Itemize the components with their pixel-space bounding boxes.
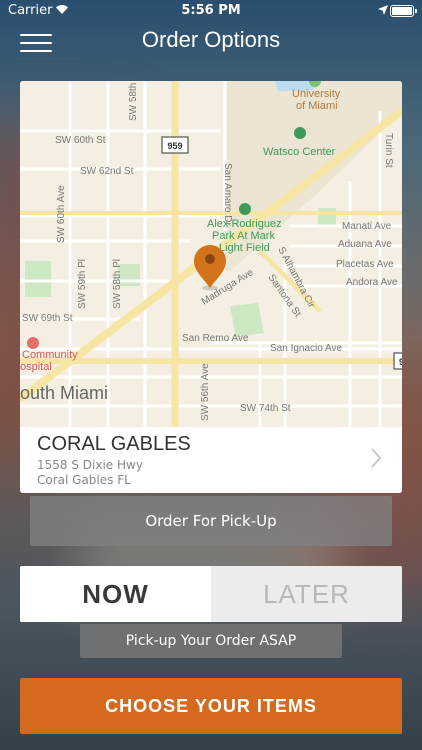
time-toggle: NOW LATER xyxy=(20,566,402,622)
map-label-sw56ave: SW 56th Ave xyxy=(200,363,211,421)
map-label-hospital-2: ospital xyxy=(20,361,52,373)
store-address-line-1: 1558 S Dixie Hwy xyxy=(37,458,143,472)
map-label-sanremo: San Remo Ave xyxy=(182,333,249,344)
choose-items-button[interactable]: CHOOSE YOUR ITEMS xyxy=(20,678,402,734)
nav-bar: Order Options xyxy=(0,22,422,66)
time-later-option[interactable]: LATER xyxy=(211,566,402,622)
order-type-button[interactable]: Order For Pick-Up xyxy=(30,496,392,546)
map-label-hospital-1: Community xyxy=(22,349,78,361)
map-label-placetas: Placetas Ave xyxy=(336,259,394,270)
map-label-sanignacio: San Ignacio Ave xyxy=(270,343,343,354)
map-label-manati: Manati Ave xyxy=(342,221,392,232)
map-label-turin: Turin St xyxy=(383,133,394,168)
map-label-sw58ave: SW 58th Ave xyxy=(128,81,139,121)
map-label-sw69st: SW 69th St xyxy=(22,313,73,324)
store-address-line-2: Coral Gables FL xyxy=(37,473,131,487)
battery-icon xyxy=(390,5,417,17)
map-label-sw62st: SW 62nd St xyxy=(80,166,134,177)
page-title: Order Options xyxy=(141,27,281,52)
status-time: 5:56 PM xyxy=(181,3,241,18)
map-label-sw59pl: SW 59th Pl xyxy=(77,259,88,309)
map-label-sanamaro: San Amaro Dr xyxy=(222,163,233,226)
store-card: 959 98 University of Miami Watsco Center… xyxy=(20,81,402,493)
map-label-university: University xyxy=(292,88,341,100)
map-label-park-3: Light Field xyxy=(219,242,270,254)
map-label-sw58pl: SW 58th Pl xyxy=(112,259,123,309)
map-label-andora: Andora Ave xyxy=(346,277,398,288)
map-label-watsco: Watsco Center xyxy=(263,146,336,158)
store-location-row[interactable]: CORAL GABLES 1558 S Dixie Hwy Coral Gabl… xyxy=(20,427,402,493)
map-label-sw74st: SW 74th St xyxy=(240,403,291,414)
map-label-park-1: Alex Rodriguez xyxy=(207,218,282,230)
store-name: CORAL GABLES xyxy=(37,433,191,455)
map-label-sw60ave: SW 60th Ave xyxy=(56,185,67,243)
map-label-of-miami: of Miami xyxy=(296,100,338,112)
location-arrow-icon xyxy=(378,5,388,15)
map-label-aduana: Aduana Ave xyxy=(338,239,392,250)
chevron-right-icon xyxy=(371,448,382,468)
store-map[interactable]: 959 98 University of Miami Watsco Center… xyxy=(20,81,402,427)
route-98-label: 98 xyxy=(399,357,402,367)
map-label-park-2: Park At Mark xyxy=(212,230,275,242)
asap-label: Pick-up Your Order ASAP xyxy=(80,624,342,658)
time-now-option[interactable]: NOW xyxy=(20,566,211,622)
map-label-south-miami: outh Miami xyxy=(20,383,108,403)
route-959-label: 959 xyxy=(167,141,182,151)
map-label-sw60st: SW 60th St xyxy=(55,135,106,146)
status-bar: Carrier 5:56 PM xyxy=(0,0,422,22)
